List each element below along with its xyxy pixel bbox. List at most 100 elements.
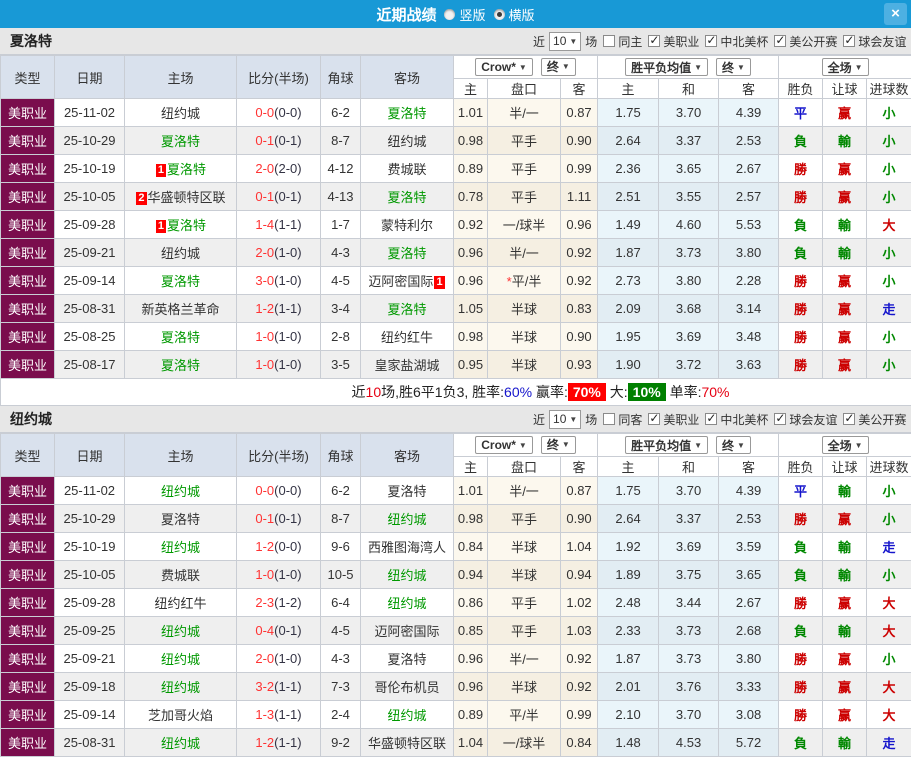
league-filter[interactable]: 中北美杯 <box>705 33 768 50</box>
table-row: 美职业25-09-281夏洛特1-4(1-1)1-7蒙特利尔0.92一/球半0.… <box>1 211 911 239</box>
league-filter[interactable]: 美职业 <box>648 33 699 50</box>
score-cell: 1-0(1-0) <box>237 323 321 351</box>
dropdown-value: 胜平负均值 <box>631 437 691 454</box>
mean-odds-cell: 3.65 <box>659 155 719 183</box>
result-cell: 勝 <box>779 323 823 351</box>
header-dropdown[interactable]: 全场▼ <box>822 58 869 76</box>
match-date: 25-11-02 <box>55 477 125 505</box>
league-filter[interactable]: 美职业 <box>648 411 699 428</box>
league-filter[interactable]: 美公开赛 <box>843 411 906 428</box>
match-count-select[interactable]: 10▼ <box>549 32 581 51</box>
table-row: 美职业25-10-29夏洛特0-1(0-1)8-7纽约城0.98平手0.902.… <box>1 505 911 533</box>
score-cell: 2-0(1-0) <box>237 239 321 267</box>
home-team-name: 纽约城 <box>161 246 200 261</box>
checkbox-checked-icon[interactable] <box>843 35 855 47</box>
odds-cell: 1.11 <box>561 183 598 211</box>
league-filter[interactable]: 中北美杯 <box>705 411 768 428</box>
odds-cell: 0.84 <box>454 533 488 561</box>
score-cell: 3-0(1-0) <box>237 267 321 295</box>
corner-count: 4-5 <box>321 267 361 295</box>
halftime-score: (1-1) <box>274 735 301 750</box>
mean-odds-cell: 3.37 <box>659 505 719 533</box>
checkbox-unchecked-icon[interactable] <box>603 35 615 47</box>
header-dropdown[interactable]: Crow*▼ <box>475 58 533 76</box>
away-team-cell: 纽约红牛 <box>361 323 454 351</box>
odds-cell: 一/球半 <box>488 729 561 757</box>
checkbox-checked-icon[interactable] <box>774 413 786 425</box>
odds-cell: 半球 <box>488 561 561 589</box>
mean-odds-cell: 3.63 <box>719 351 779 379</box>
table-row: 美职业25-10-191夏洛特2-0(2-0)4-12费城联0.89平手0.99… <box>1 155 911 183</box>
checkbox-checked-icon[interactable] <box>843 413 855 425</box>
radio-unselected-icon[interactable] <box>444 9 455 20</box>
checkbox-checked-icon[interactable] <box>705 413 717 425</box>
sub-column-header: 让球 <box>823 457 867 477</box>
checkbox-checked-icon[interactable] <box>705 35 717 47</box>
mean-odds-cell: 4.53 <box>659 729 719 757</box>
header-dropdown[interactable]: 终▼ <box>716 58 751 76</box>
header-dropdown[interactable]: 终▼ <box>716 436 751 454</box>
fulltime-score: 1-2 <box>255 301 274 316</box>
checkbox-unchecked-icon[interactable] <box>603 413 615 425</box>
column-header: 主场 <box>125 434 237 477</box>
league-filter[interactable]: 美公开赛 <box>774 33 837 50</box>
odds-value: 1.04 <box>566 539 591 554</box>
radio-vertical-layout[interactable]: 竖版 <box>444 5 485 24</box>
summary-segment: 70% <box>568 383 606 401</box>
sub-column-header: 胜负 <box>779 79 823 99</box>
matches-label: 场 <box>585 411 597 428</box>
odds-value: 0.94 <box>566 567 591 582</box>
odds-cell: 0.92 <box>561 645 598 673</box>
home-team-name: 新英格兰革命 <box>141 302 219 317</box>
league-filter[interactable]: 球会友谊 <box>843 33 906 50</box>
odds-value: 0.90 <box>566 329 591 344</box>
mean-odds-cell: 2.48 <box>598 589 659 617</box>
checkbox-checked-icon[interactable] <box>648 413 660 425</box>
match-date: 25-08-31 <box>55 295 125 323</box>
away-team-name: 纽约红牛 <box>381 330 433 345</box>
match-count-select[interactable]: 10▼ <box>549 410 581 429</box>
odds-cell: 0.84 <box>561 729 598 757</box>
radio-horizontal-layout[interactable]: 横版 <box>494 5 535 24</box>
result-cell: 勝 <box>779 645 823 673</box>
table-row: 美职业25-09-14夏洛特3-0(1-0)4-5迈阿密国际10.96*平/半0… <box>1 267 911 295</box>
odds-cell: 0.98 <box>454 127 488 155</box>
header-dropdown[interactable]: 全场▼ <box>822 436 869 454</box>
home-team-cell: 1夏洛特 <box>125 211 237 239</box>
odds-value: 0.96 <box>458 679 483 694</box>
odds-cell: 半/一 <box>488 99 561 127</box>
header-dropdown[interactable]: 胜平负均值▼ <box>625 58 708 76</box>
same-venue-filter[interactable]: 同主 <box>603 33 642 50</box>
odds-value: 平手 <box>511 162 537 177</box>
checkbox-checked-icon[interactable] <box>648 35 660 47</box>
radio-selected-icon[interactable] <box>494 9 505 20</box>
result-cell: 小 <box>867 351 911 379</box>
header-dropdown[interactable]: 胜平负均值▼ <box>625 436 708 454</box>
away-team-cell: 迈阿密国际 <box>361 617 454 645</box>
odds-value: 一/球半 <box>503 218 546 233</box>
header-dropdown[interactable]: 终▼ <box>541 58 576 76</box>
match-date: 25-09-28 <box>55 589 125 617</box>
result-cell: 赢 <box>823 323 867 351</box>
header-dropdown[interactable]: 终▼ <box>541 436 576 454</box>
result-cell: 小 <box>867 561 911 589</box>
league-filter[interactable]: 球会友谊 <box>774 411 837 428</box>
score-cell: 0-0(0-0) <box>237 99 321 127</box>
rank-badge: 1 <box>156 220 166 233</box>
same-venue-filter[interactable]: 同客 <box>603 411 642 428</box>
table-row: 美职业25-10-29夏洛特0-1(0-1)8-7纽约城0.98平手0.902.… <box>1 127 911 155</box>
result-cell: 赢 <box>823 673 867 701</box>
home-team-name: 夏洛特 <box>167 162 206 177</box>
odds-value: 0.95 <box>458 357 483 372</box>
checkbox-checked-icon[interactable] <box>774 35 786 47</box>
mean-odds-cell: 2.53 <box>719 127 779 155</box>
fulltime-score: 1-0 <box>255 357 274 372</box>
halftime-score: (2-0) <box>274 161 301 176</box>
away-team-name: 蒙特利尔 <box>381 218 433 233</box>
away-team-cell: 夏洛特 <box>361 295 454 323</box>
odds-cell: 1.03 <box>561 617 598 645</box>
header-dropdown[interactable]: Crow*▼ <box>475 436 533 454</box>
result-cell: 輸 <box>823 211 867 239</box>
mean-odds-cell: 3.69 <box>659 323 719 351</box>
close-icon[interactable]: × <box>884 3 907 25</box>
